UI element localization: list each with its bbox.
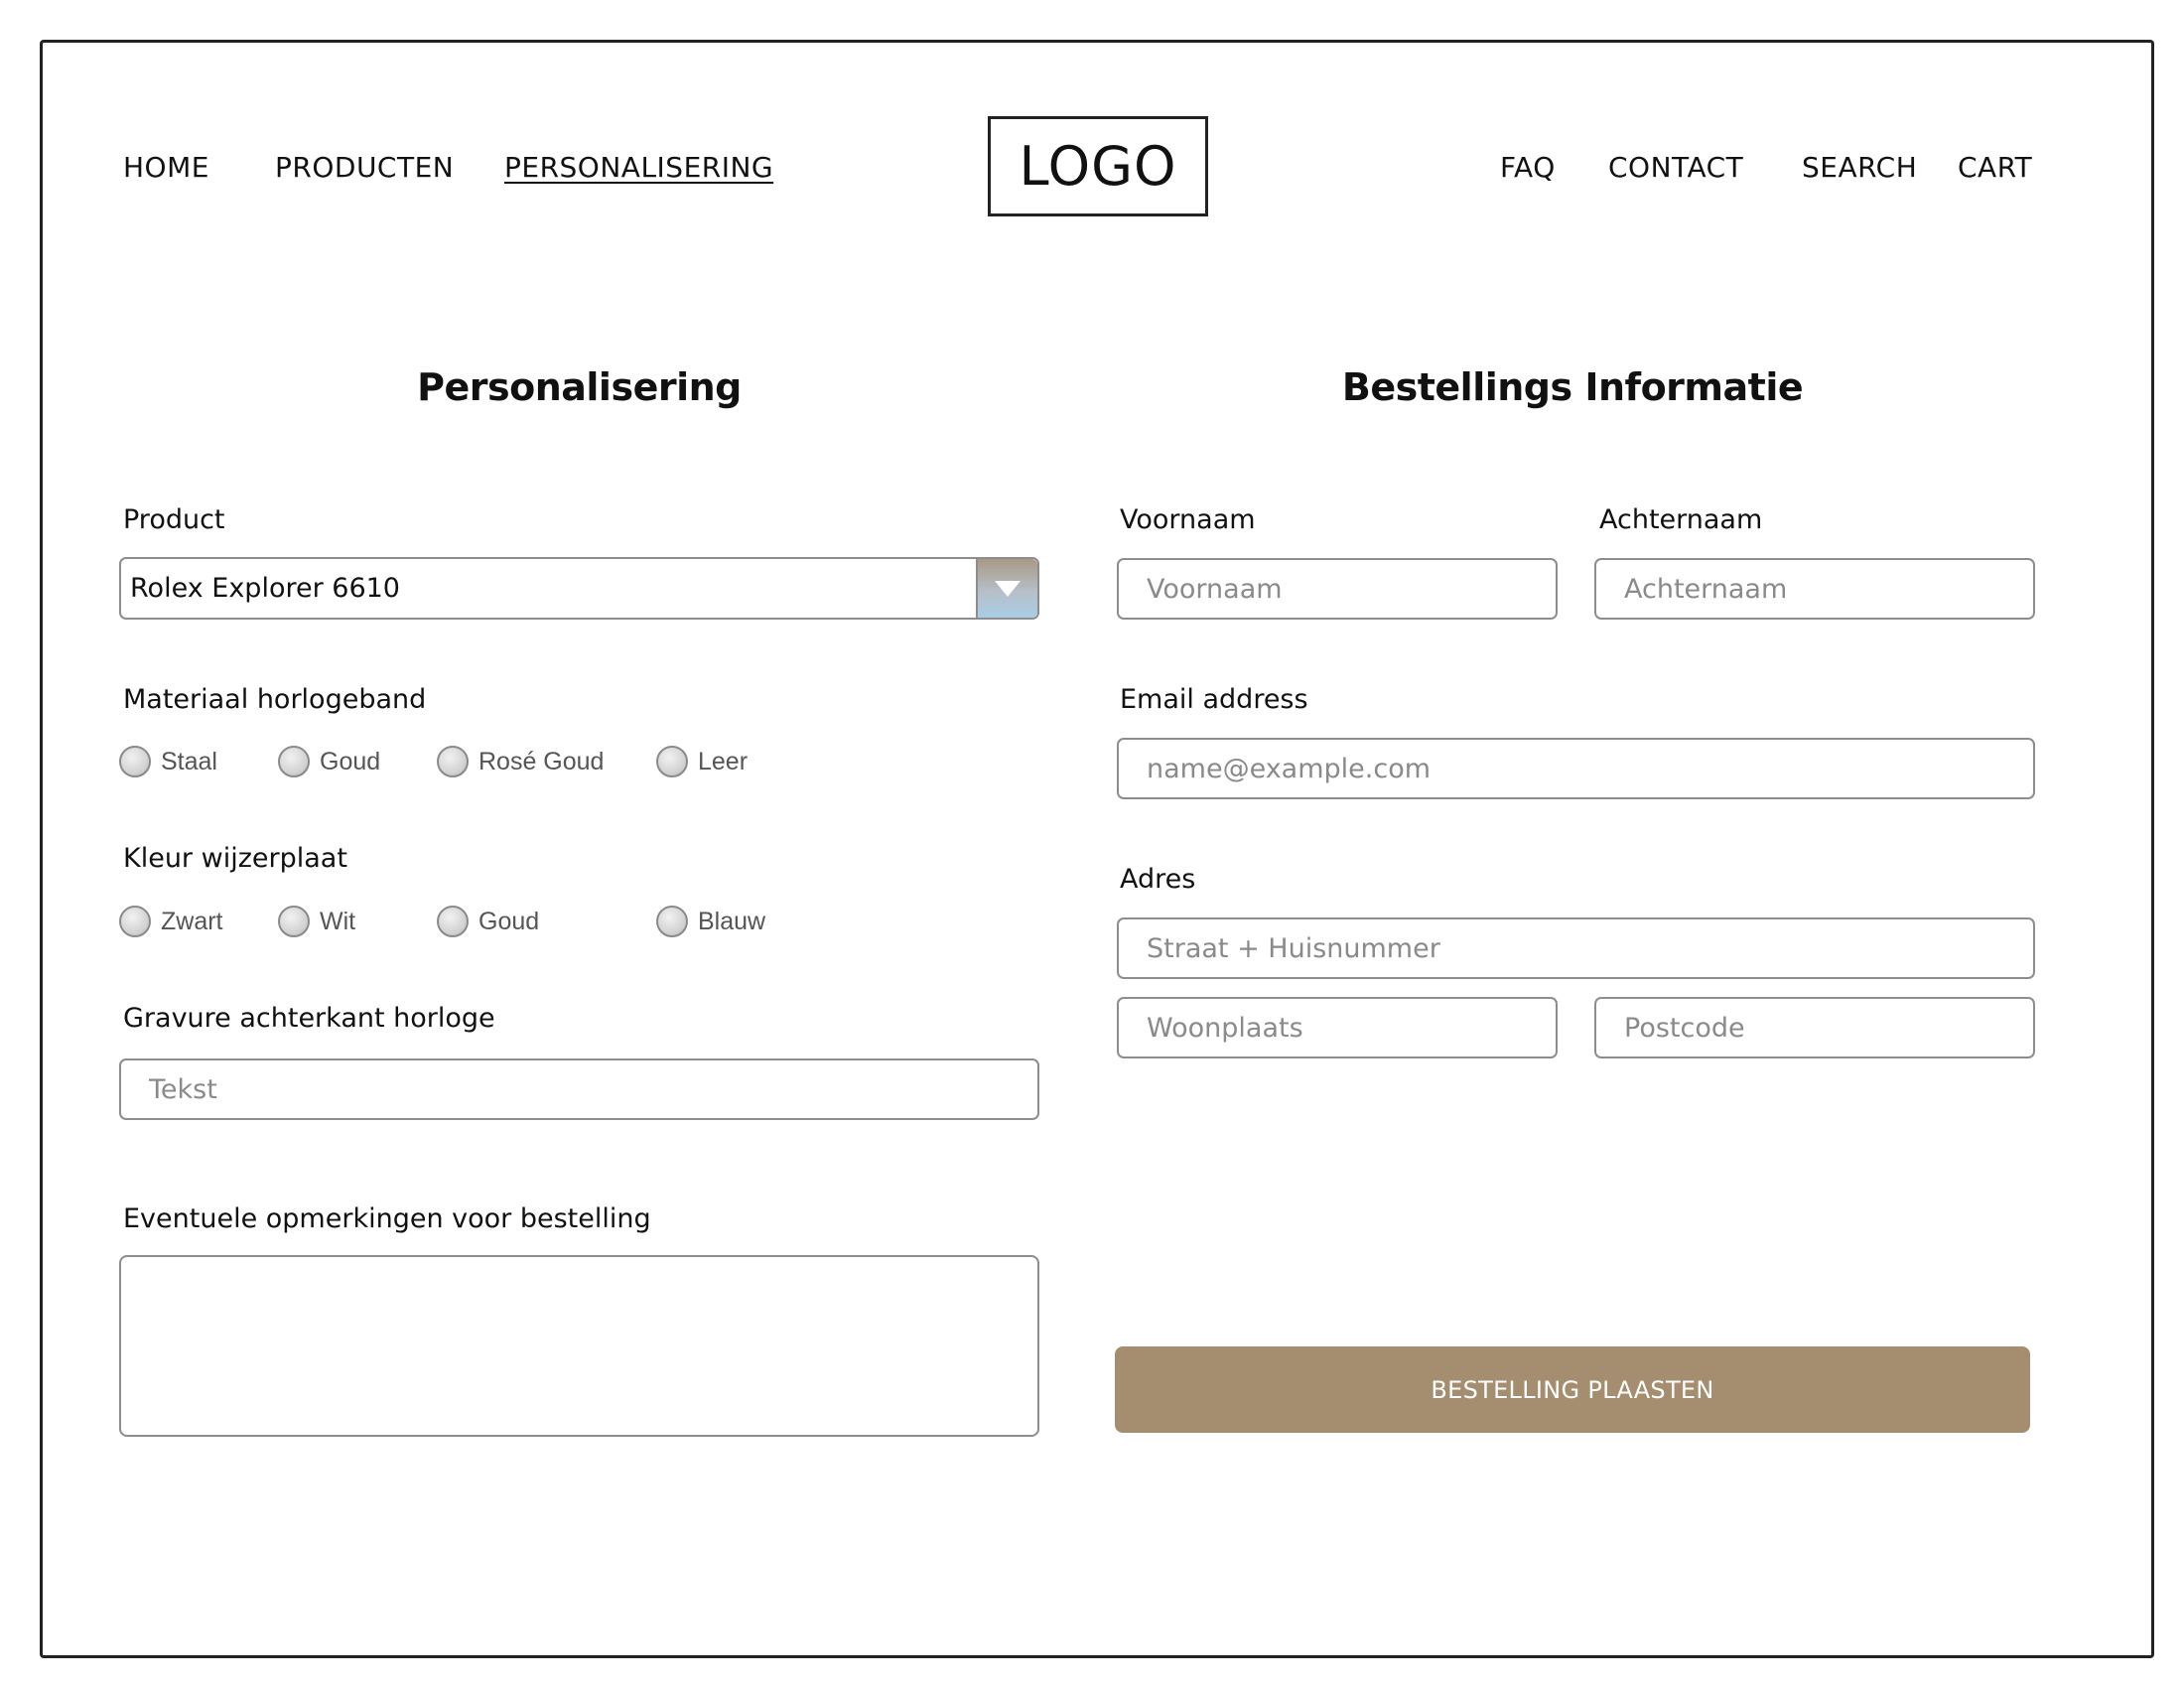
email-label: Email address xyxy=(1120,684,1308,715)
product-select-value: Rolex Explorer 6610 xyxy=(130,573,400,604)
radio-label: Goud xyxy=(478,907,540,935)
nav-home-link[interactable]: HOME xyxy=(123,151,209,185)
radio-unselected-icon[interactable] xyxy=(656,906,688,937)
logo[interactable]: LOGO xyxy=(988,116,1208,216)
radio-label: Blauw xyxy=(698,907,766,935)
radio-label: Rosé Goud xyxy=(478,747,605,775)
city-input[interactable] xyxy=(1117,997,1558,1058)
postcode-input[interactable] xyxy=(1594,997,2035,1058)
radio-strap-leer[interactable]: Leer xyxy=(656,745,748,778)
nav-personalisation-link[interactable]: PERSONALISERING xyxy=(504,151,773,185)
product-label: Product xyxy=(123,504,225,535)
radio-label: Goud xyxy=(320,747,381,775)
strap-material-label: Materiaal horlogeband xyxy=(123,684,427,715)
radio-unselected-icon[interactable] xyxy=(119,746,151,777)
product-select[interactable]: Rolex Explorer 6610 xyxy=(119,557,1039,620)
radio-dial-wit[interactable]: Wit xyxy=(278,905,355,938)
last-name-label: Achternaam xyxy=(1599,504,1763,535)
radio-dial-zwart[interactable]: Zwart xyxy=(119,905,223,938)
remarks-label: Eventuele opmerkingen voor bestelling xyxy=(123,1203,651,1234)
radio-unselected-icon[interactable] xyxy=(278,746,310,777)
radio-label: Leer xyxy=(698,747,749,775)
nav-products-link[interactable]: PRODUCTEN xyxy=(275,151,454,185)
radio-dial-blauw[interactable]: Blauw xyxy=(656,905,765,938)
radio-label: Wit xyxy=(320,907,356,935)
address-label: Adres xyxy=(1120,864,1196,895)
remarks-textarea[interactable] xyxy=(119,1255,1039,1437)
chevron-down-icon[interactable] xyxy=(976,559,1037,618)
radio-strap-staal[interactable]: Staal xyxy=(119,745,217,778)
nav-search-link[interactable]: SEARCH xyxy=(1802,151,1917,185)
first-name-label: Voornaam xyxy=(1120,504,1256,535)
engraving-input[interactable] xyxy=(119,1058,1039,1120)
nav-cart-link[interactable]: CART xyxy=(1958,151,2032,185)
radio-dial-goud[interactable]: Goud xyxy=(437,905,539,938)
radio-label: Staal xyxy=(161,747,217,775)
radio-unselected-icon[interactable] xyxy=(656,746,688,777)
last-name-input[interactable] xyxy=(1594,558,2035,620)
personalisation-title: Personalisering xyxy=(417,365,742,409)
radio-label: Zwart xyxy=(161,907,223,935)
dial-color-label: Kleur wijzerplaat xyxy=(123,843,347,874)
radio-unselected-icon[interactable] xyxy=(278,906,310,937)
street-input[interactable] xyxy=(1117,917,2035,979)
radio-strap-goud[interactable]: Goud xyxy=(278,745,380,778)
radio-unselected-icon[interactable] xyxy=(437,746,469,777)
place-order-button[interactable]: BESTELLING PLAASTEN xyxy=(1115,1346,2030,1433)
first-name-input[interactable] xyxy=(1117,558,1558,620)
nav-faq-link[interactable]: FAQ xyxy=(1500,151,1556,185)
engraving-label: Gravure achterkant horloge xyxy=(123,1003,495,1034)
nav-contact-link[interactable]: CONTACT xyxy=(1608,151,1743,185)
order-info-title: Bestellings Informatie xyxy=(1341,365,1804,409)
email-input[interactable] xyxy=(1117,738,2035,799)
radio-unselected-icon[interactable] xyxy=(119,906,151,937)
radio-unselected-icon[interactable] xyxy=(437,906,469,937)
radio-strap-rose-goud[interactable]: Rosé Goud xyxy=(437,745,604,778)
